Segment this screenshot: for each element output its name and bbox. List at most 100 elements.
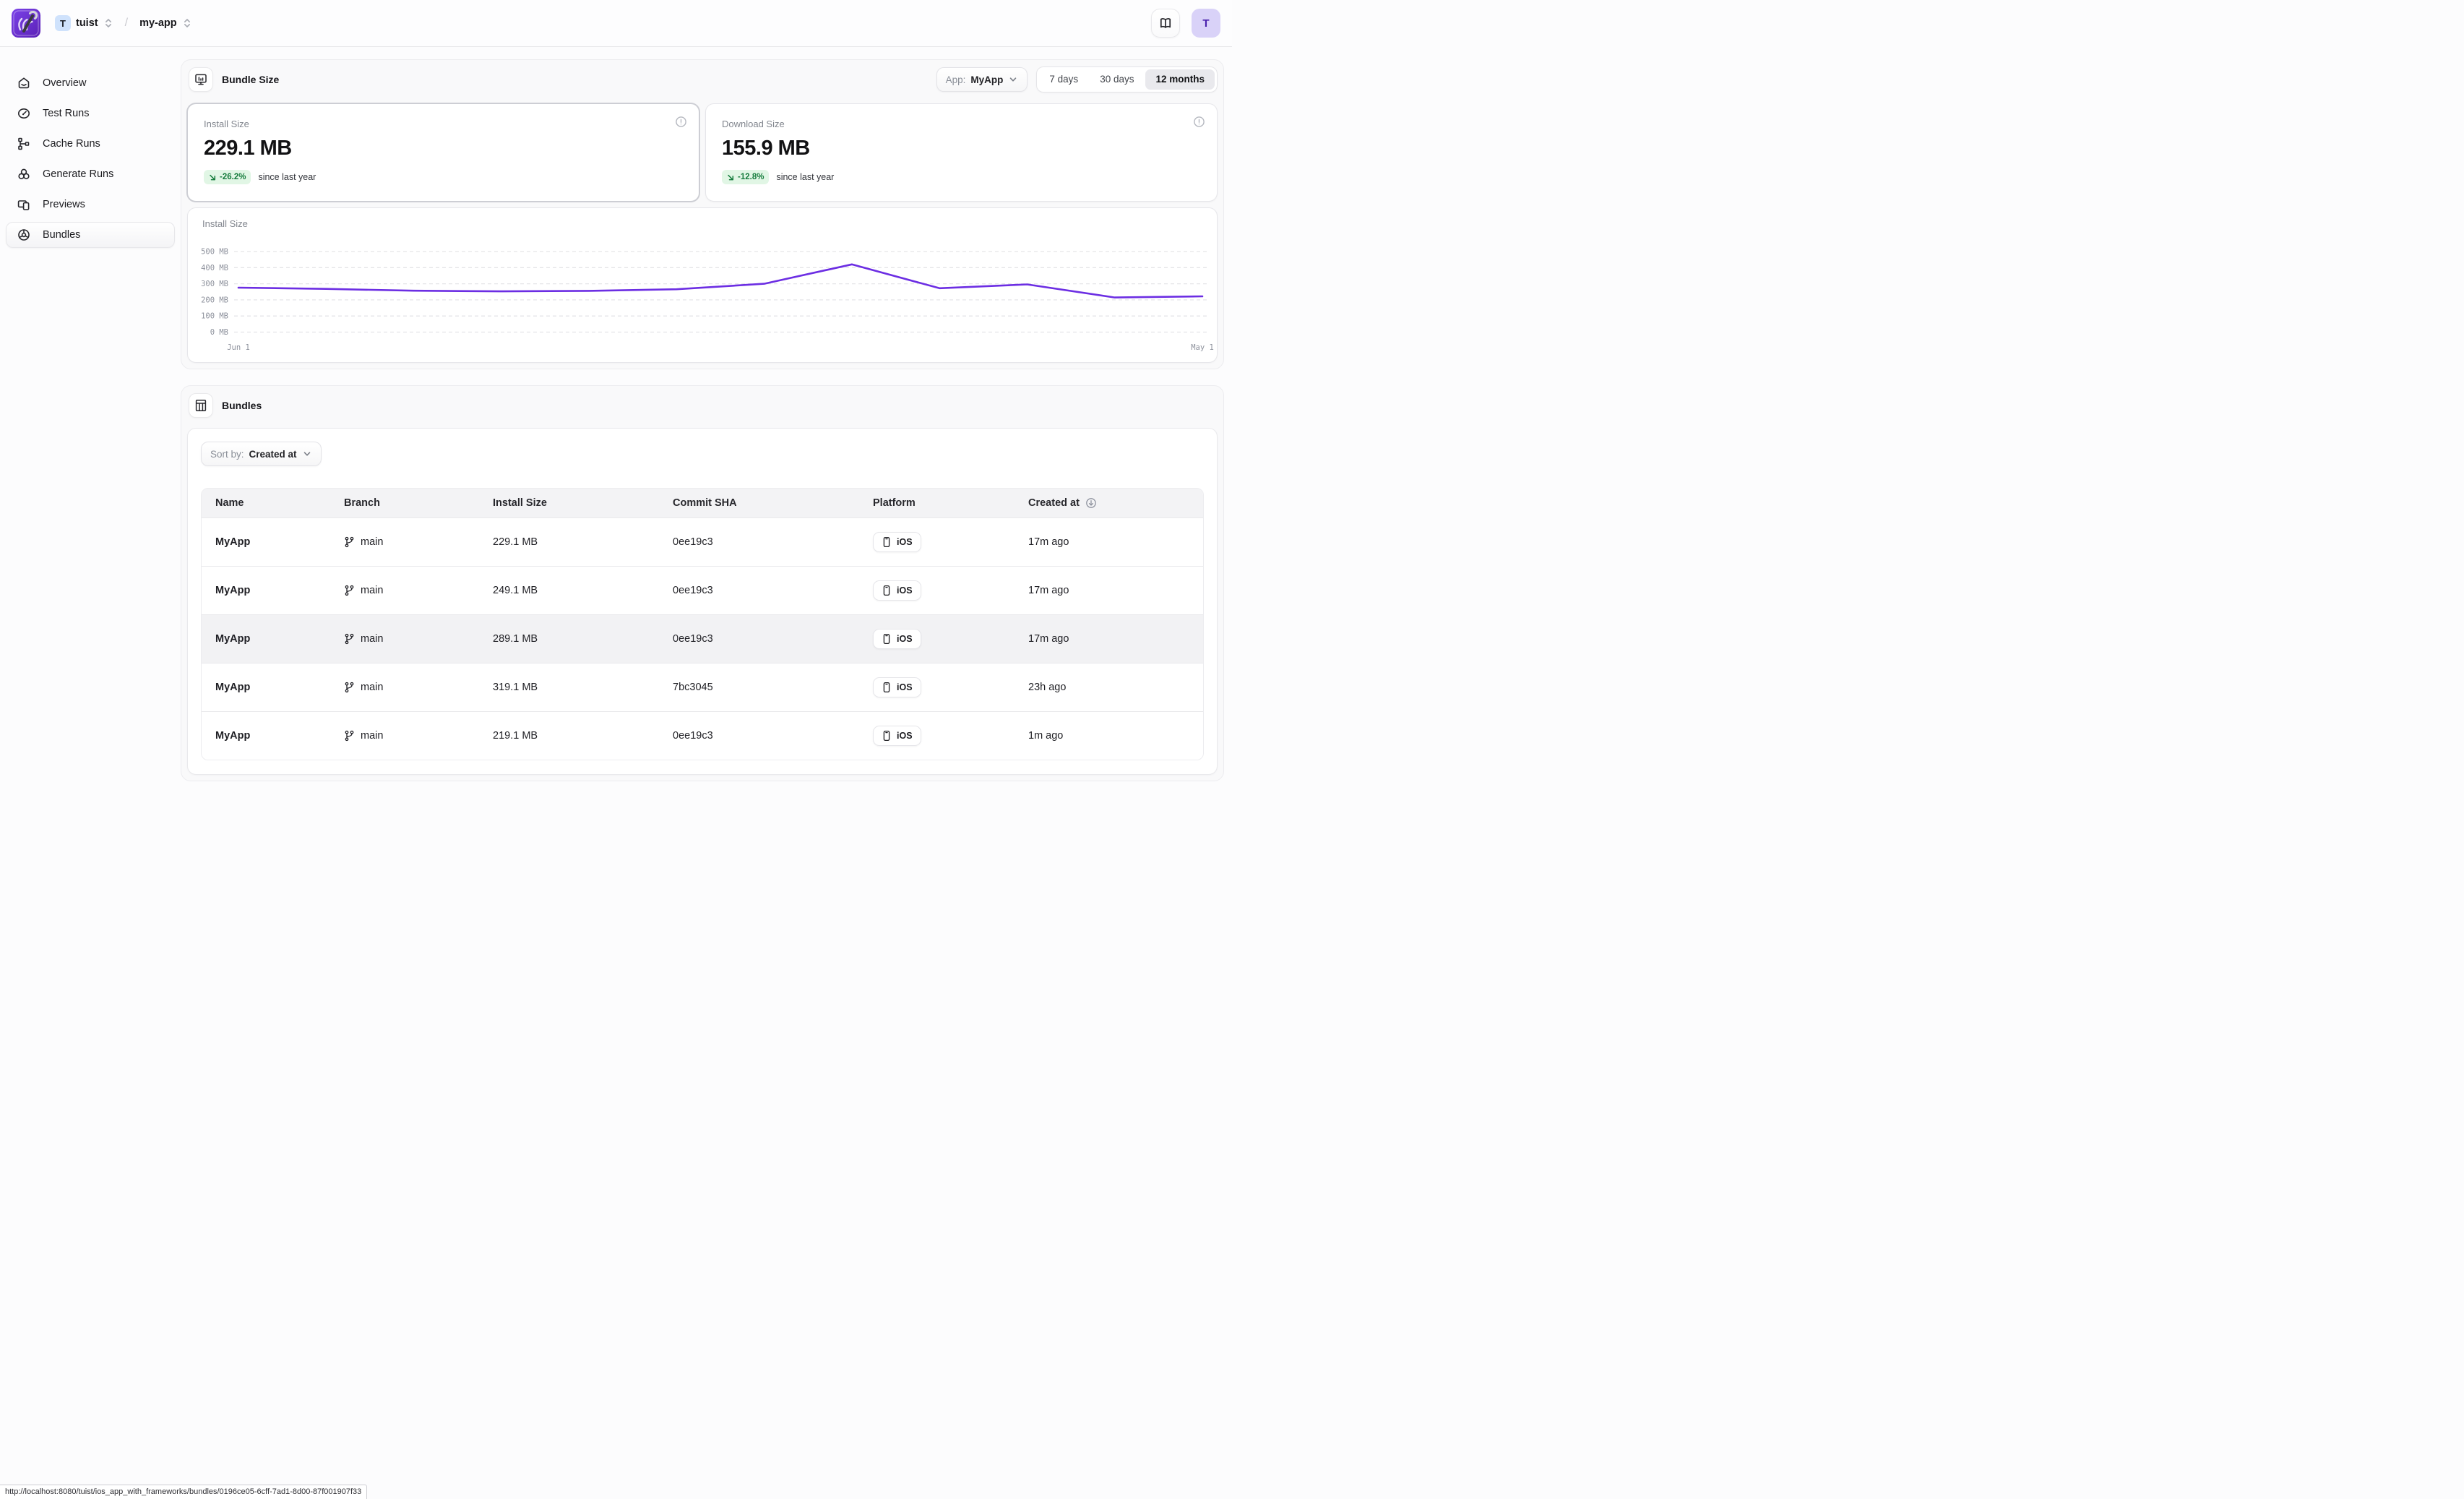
install-size-chart-card: Install Size 500 MB400 MB300 MB200 MB100…: [187, 207, 1218, 363]
range-7-days[interactable]: 7 days: [1039, 69, 1088, 90]
sidebar-item-label: Overview: [43, 77, 86, 89]
commit-sha-cell: 0ee19c3: [659, 711, 859, 760]
docs-button[interactable]: [1151, 9, 1180, 38]
org-selector[interactable]: T tuist: [51, 12, 118, 34]
bundles-icon-button: [189, 393, 213, 418]
column-header-created-at[interactable]: Created at: [1015, 489, 1203, 517]
platform-label: iOS: [897, 585, 913, 596]
delta-badge: -26.2%: [204, 170, 251, 184]
range-12-months[interactable]: 12 months: [1145, 69, 1215, 90]
table-icon: [194, 398, 208, 413]
branch-cell: main: [344, 730, 479, 742]
branch-name: main: [361, 536, 383, 548]
app-selector-label: App:: [946, 74, 966, 85]
commit-sha-cell: 0ee19c3: [659, 517, 859, 566]
column-header-install-size: Install Size: [479, 489, 659, 517]
table-header-row: Name Branch Install Size Commit SHA Plat…: [202, 489, 1203, 517]
install-size-cell: 229.1 MB: [479, 517, 659, 566]
install-size-cell: 319.1 MB: [479, 663, 659, 711]
table-row[interactable]: MyApp main 229.1 MB 0ee19c3 iOS 17m ago: [202, 517, 1203, 566]
platform-badge: iOS: [873, 580, 921, 601]
bundle-size-section: Bundle Size App: MyApp 7 days 30 days 12…: [181, 59, 1224, 369]
git-branch-icon: [344, 633, 355, 645]
section-title: Bundle Size: [222, 74, 279, 85]
created-at-cell: 17m ago: [1015, 517, 1203, 566]
monitor-chart-icon: [194, 72, 208, 87]
hierarchy-icon: [17, 137, 31, 151]
sidebar: Overview Test Runs Cache Runs: [0, 47, 181, 750]
phone-icon: [882, 730, 892, 742]
sidebar-item-cache-runs[interactable]: Cache Runs: [6, 131, 175, 157]
git-branch-icon: [344, 585, 355, 596]
git-branch-icon: [344, 730, 355, 742]
org-avatar: T: [55, 15, 71, 31]
bundle-name: MyApp: [202, 614, 330, 663]
sidebar-item-previews[interactable]: Previews: [6, 192, 175, 218]
platform-label: iOS: [897, 634, 913, 644]
book-icon: [1158, 16, 1173, 30]
branch-cell: main: [344, 682, 479, 693]
sort-by-selector[interactable]: Sort by: Created at: [201, 442, 322, 466]
sort-by-value: Created at: [249, 449, 297, 460]
column-header-platform: Platform: [859, 489, 1015, 517]
sidebar-item-bundles[interactable]: Bundles: [6, 222, 175, 248]
section-title: Bundles: [222, 400, 262, 411]
stat-value: 155.9 MB: [722, 137, 1201, 160]
column-header-commit-sha: Commit SHA: [659, 489, 859, 517]
svg-text:300 MB: 300 MB: [201, 280, 228, 288]
wheel-icon: [17, 228, 31, 242]
breadcrumb: T tuist / my-app: [51, 12, 197, 34]
chevron-up-down-icon: [182, 17, 192, 29]
bundles-table-card: Sort by: Created at Name Branch: [187, 428, 1218, 775]
project-name: my-app: [139, 17, 177, 29]
svg-text:500 MB: 500 MB: [201, 248, 228, 257]
commit-sha-cell: 0ee19c3: [659, 566, 859, 614]
app-selector-value: MyApp: [970, 74, 1003, 85]
install-size-cell: 289.1 MB: [479, 614, 659, 663]
bundles-table: Name Branch Install Size Commit SHA Plat…: [201, 488, 1204, 760]
column-header-branch: Branch: [330, 489, 479, 517]
sidebar-item-label: Generate Runs: [43, 168, 113, 180]
install-size-chart-svg: 500 MB400 MB300 MB200 MB100 MB0 MBJun 1M…: [188, 208, 1220, 364]
sidebar-item-label: Cache Runs: [43, 138, 100, 150]
created-at-cell: 23h ago: [1015, 663, 1203, 711]
chevron-down-icon: [1008, 74, 1018, 85]
circles-icon: [17, 167, 31, 181]
git-branch-icon: [344, 536, 355, 548]
user-avatar[interactable]: T: [1192, 9, 1220, 38]
info-icon[interactable]: [1193, 116, 1205, 128]
platform-badge: iOS: [873, 629, 921, 649]
trend-down-icon: [727, 173, 735, 181]
project-selector[interactable]: my-app: [135, 14, 197, 32]
svg-text:200 MB: 200 MB: [201, 296, 228, 304]
breadcrumb-separator: /: [122, 17, 131, 30]
home-icon: [17, 76, 31, 90]
sort-by-label: Sort by:: [210, 449, 244, 460]
range-30-days[interactable]: 30 days: [1090, 69, 1144, 90]
svg-text:May 1: May 1: [1191, 343, 1214, 352]
info-icon[interactable]: [675, 116, 687, 128]
column-header-name: Name: [202, 489, 330, 517]
sidebar-item-overview[interactable]: Overview: [6, 70, 175, 96]
svg-text:0 MB: 0 MB: [210, 328, 228, 337]
stat-label: Install Size: [204, 119, 683, 129]
sidebar-item-generate-runs[interactable]: Generate Runs: [6, 161, 175, 187]
branch-cell: main: [344, 633, 479, 645]
svg-text:400 MB: 400 MB: [201, 264, 228, 272]
install-size-stat-card[interactable]: Install Size 229.1 MB -26.2% since last …: [187, 103, 699, 202]
platform-badge: iOS: [873, 726, 921, 746]
delta-note: since last year: [776, 172, 834, 182]
table-row[interactable]: MyApp main 289.1 MB 0ee19c3 iOS 17m ago: [202, 614, 1203, 663]
app-selector[interactable]: App: MyApp: [936, 67, 1028, 92]
branch-cell: main: [344, 585, 479, 596]
download-size-stat-card[interactable]: Download Size 155.9 MB -12.8% since last…: [705, 103, 1218, 202]
phone-icon: [882, 633, 892, 645]
sidebar-item-test-runs[interactable]: Test Runs: [6, 100, 175, 126]
table-row[interactable]: MyApp main 319.1 MB 7bc3045 iOS 23h ago: [202, 663, 1203, 711]
branch-cell: main: [344, 536, 479, 548]
table-row[interactable]: MyApp main 219.1 MB 0ee19c3 iOS 1m ago: [202, 711, 1203, 760]
table-row[interactable]: MyApp main 249.1 MB 0ee19c3 iOS 17m ago: [202, 566, 1203, 614]
bundle-name: MyApp: [202, 663, 330, 711]
platform-label: iOS: [897, 537, 913, 547]
tuist-logo-icon[interactable]: [12, 9, 40, 38]
